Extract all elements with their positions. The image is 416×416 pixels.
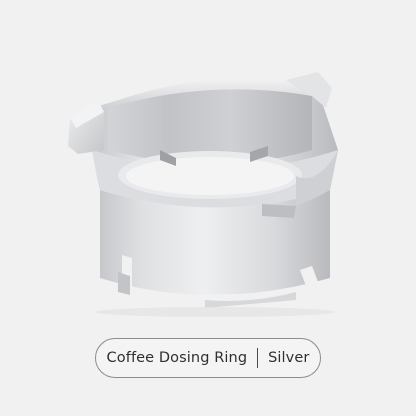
product-name-label: Coffee Dosing Ring [106, 350, 248, 366]
caption-divider [257, 348, 259, 368]
product-stage: Coffee Dosing Ring Silver [0, 0, 416, 416]
color-variant-label: Silver [268, 350, 310, 366]
product-caption: Coffee Dosing Ring Silver [95, 338, 321, 378]
